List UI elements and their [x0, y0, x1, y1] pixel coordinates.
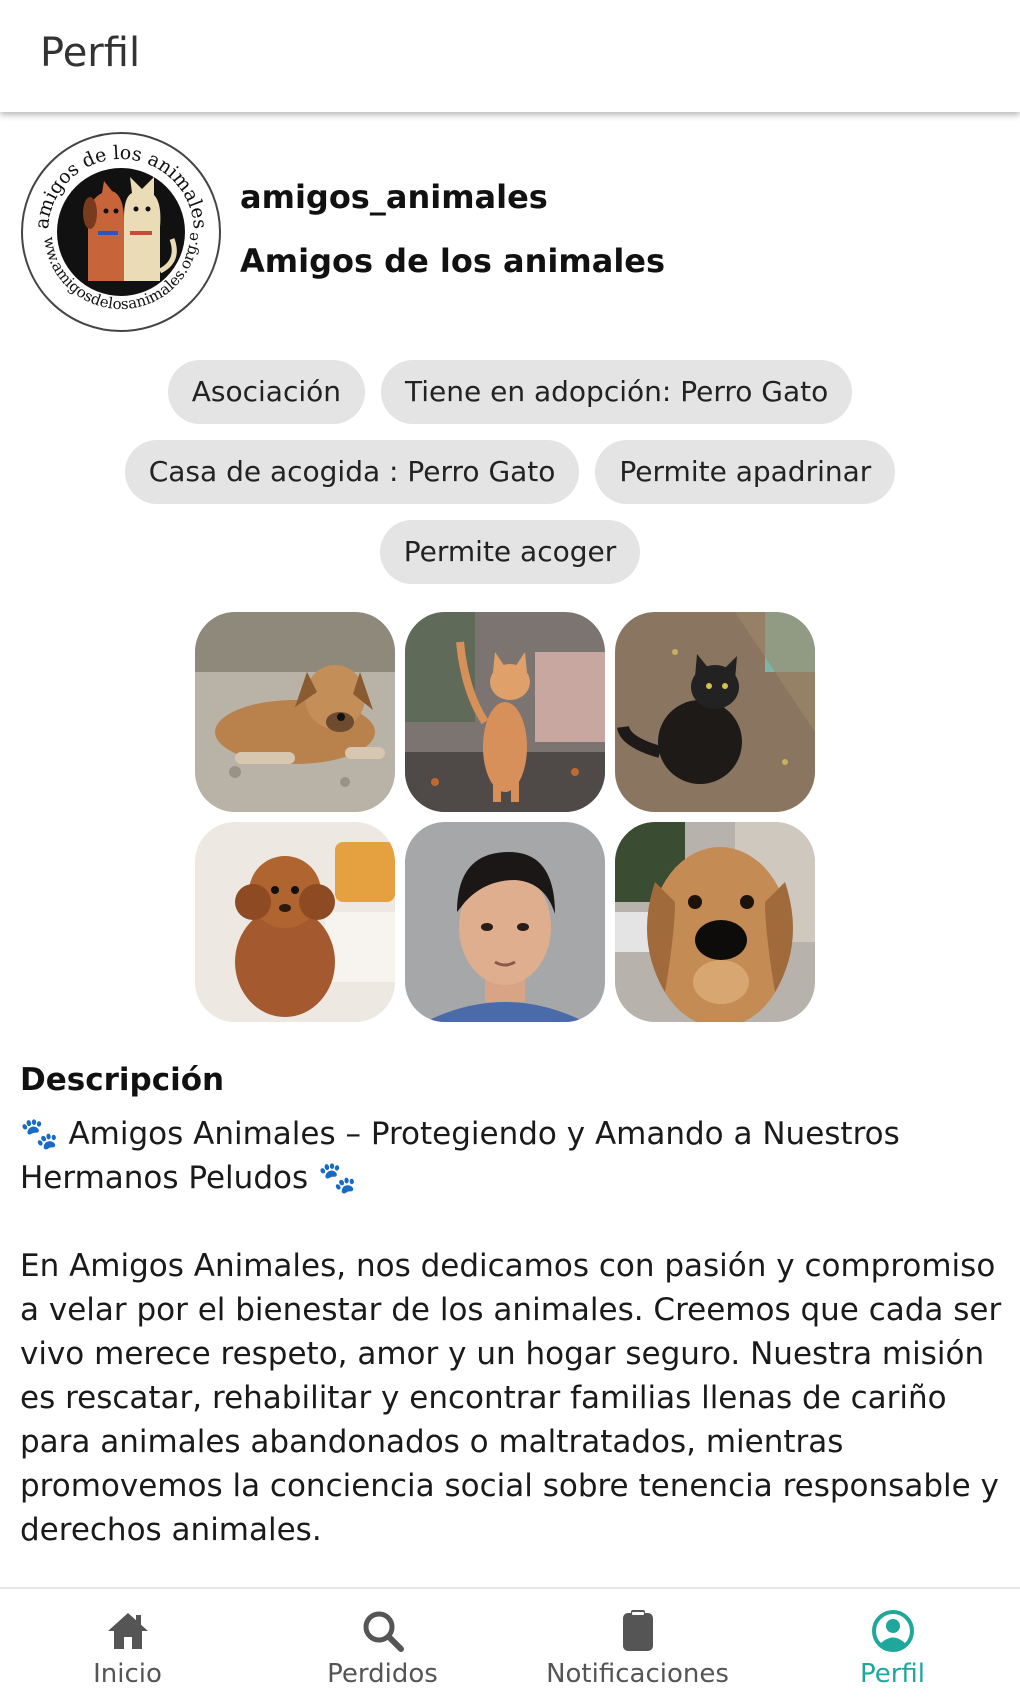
page-title: Perfil: [40, 30, 141, 76]
bottom-navigation: Inicio Perdidos Notificaciones Perfil: [0, 1587, 1020, 1700]
photo-dog-face[interactable]: [615, 822, 815, 1022]
photo-puppy-lying[interactable]: [195, 612, 395, 812]
nav-label-notificaciones: Notificaciones: [546, 1659, 729, 1689]
paw-emoji-icon: 🐾: [20, 1116, 59, 1152]
description-text: 🐾 Amigos Animales – Protegiendo y Amando…: [20, 1112, 1005, 1552]
nav-label-perdidos: Perdidos: [327, 1659, 438, 1689]
photo-gallery: [195, 612, 815, 1022]
app-root: Perfil amigos de los animales www.amigos…: [0, 0, 1020, 1700]
description-headline: 🐾 Amigos Animales – Protegiendo y Amando…: [20, 1112, 1005, 1200]
profile-tags: Asociación Tiene en adopción: Perro Gato…: [60, 360, 960, 584]
description-headline-text: Amigos Animales – Protegiendo y Amando a…: [20, 1116, 900, 1196]
association-logo: amigos de los animales www.amigosdelosan…: [14, 117, 221, 332]
nav-label-inicio: Inicio: [93, 1659, 162, 1689]
nav-item-inicio[interactable]: Inicio: [0, 1589, 255, 1700]
nav-item-perdidos[interactable]: Perdidos: [255, 1589, 510, 1700]
username: amigos_animales: [240, 178, 548, 216]
home-icon: [107, 1613, 148, 1649]
paw-emoji-icon: 🐾: [317, 1160, 357, 1196]
chip-association: Asociación: [167, 360, 365, 424]
chip-allows-fostering: Permite acoger: [379, 520, 641, 584]
chip-adoption: Tiene en adopción: Perro Gato: [381, 360, 853, 424]
search-icon: [363, 1611, 404, 1652]
nav-label-perfil: Perfil: [859, 1659, 926, 1689]
photo-orange-cat[interactable]: [405, 612, 605, 812]
avatar[interactable]: amigos de los animales www.amigosdelosan…: [14, 117, 222, 333]
nav-item-notificaciones[interactable]: Notificaciones: [510, 1589, 765, 1700]
photo-man-portrait[interactable]: [405, 822, 605, 1022]
profile-icon: [871, 1610, 914, 1652]
top-app-bar: Perfil: [0, 0, 1020, 112]
description-paragraph: En Amigos Animales, nos dedicamos con pa…: [20, 1248, 1002, 1548]
chip-sponsorship: Permite apadrinar: [595, 440, 896, 504]
photo-poodle[interactable]: [195, 822, 395, 1022]
photo-black-cat[interactable]: [615, 612, 815, 812]
clipboard-icon: [622, 1610, 653, 1651]
nav-item-perfil[interactable]: Perfil: [765, 1589, 1020, 1700]
chip-foster-home: Casa de acogida : Perro Gato: [124, 440, 580, 504]
display-name: Amigos de los animales: [240, 242, 666, 280]
description-heading: Descripción: [20, 1062, 225, 1098]
